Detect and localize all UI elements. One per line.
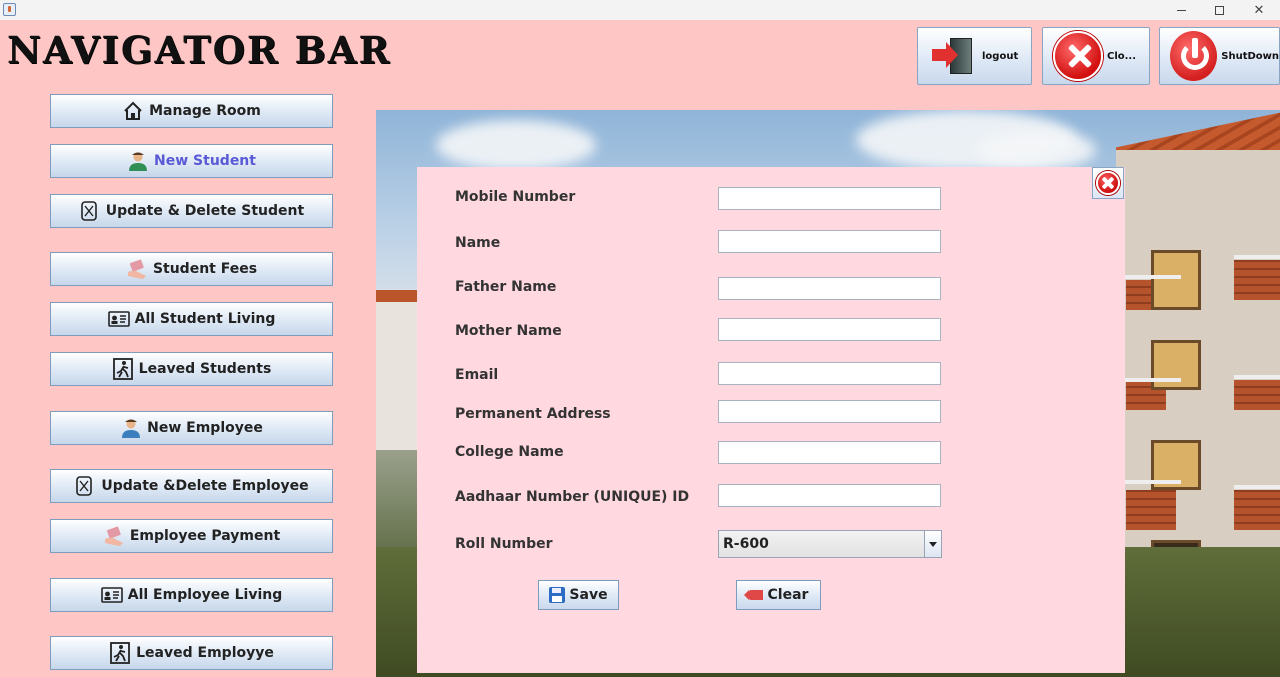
logout-button[interactable]: logout xyxy=(917,27,1032,85)
nav-student-fees[interactable]: Student Fees xyxy=(50,252,333,286)
id-card-icon xyxy=(100,584,123,606)
roll-number-select[interactable]: R-600 xyxy=(718,530,942,558)
nav-label: Update &Delete Employee xyxy=(101,478,309,494)
roll-number-value: R-600 xyxy=(723,536,769,552)
nav-leaved-employee[interactable]: Leaved Employye xyxy=(50,636,333,670)
exit-person-icon xyxy=(109,642,131,664)
nav-all-student-living[interactable]: All Student Living xyxy=(50,302,333,336)
email-label: Email xyxy=(455,367,499,383)
mobile-number-label: Mobile Number xyxy=(455,189,576,205)
nav-employee-payment[interactable]: Employee Payment xyxy=(50,519,333,553)
close-x-icon xyxy=(1096,171,1120,195)
clear-label: Clear xyxy=(767,587,809,603)
save-label: Save xyxy=(569,587,608,603)
nav-update-delete-employee[interactable]: Update &Delete Employee xyxy=(50,469,333,503)
father-name-label: Father Name xyxy=(455,279,557,295)
logout-door-icon xyxy=(928,36,978,76)
nav-label: Student Fees xyxy=(152,261,258,277)
maximize-icon xyxy=(1214,5,1224,15)
nav-new-student[interactable]: New Student xyxy=(50,144,333,178)
nav-label: New Student xyxy=(154,153,256,169)
maximize-button[interactable] xyxy=(1200,0,1238,20)
floppy-disk-icon xyxy=(549,587,566,603)
nav-new-employee[interactable]: New Employee xyxy=(50,411,333,445)
nav-manage-room[interactable]: Manage Room xyxy=(50,94,333,128)
father-name-input[interactable] xyxy=(718,277,941,300)
minimize-icon xyxy=(1176,9,1186,11)
exit-person-icon xyxy=(112,358,134,380)
aadhaar-number-input[interactable] xyxy=(718,484,941,507)
close-x-icon xyxy=(1053,31,1103,81)
shutdown-label: ShutDown xyxy=(1221,50,1279,62)
logout-label: logout xyxy=(982,50,1019,62)
eraser-icon xyxy=(743,590,763,600)
nav-label: Update & Delete Student xyxy=(105,203,305,219)
home-icon xyxy=(122,100,144,122)
money-hand-icon xyxy=(126,258,148,280)
java-app-icon xyxy=(3,3,16,16)
window-close-button[interactable]: ✕ xyxy=(1240,0,1278,20)
nav-leaved-students[interactable]: Leaved Students xyxy=(50,352,333,386)
window-titlebar: ✕ xyxy=(0,0,1280,20)
nav-all-employee-living[interactable]: All Employee Living xyxy=(50,578,333,612)
mobile-number-input[interactable] xyxy=(718,187,941,210)
form-close-button[interactable] xyxy=(1092,167,1124,199)
nav-update-delete-student[interactable]: Update & Delete Student xyxy=(50,194,333,228)
roll-number-label: Roll Number xyxy=(455,536,553,552)
aadhaar-number-label: Aadhaar Number (UNIQUE) ID xyxy=(455,489,690,505)
clear-button[interactable]: Clear xyxy=(736,580,821,610)
close-app-button[interactable]: Clo... xyxy=(1042,27,1150,85)
college-name-label: College Name xyxy=(455,444,564,460)
mother-name-label: Mother Name xyxy=(455,323,562,339)
app-title: NAVIGATOR BAR xyxy=(7,28,392,72)
chevron-down-icon[interactable] xyxy=(924,531,941,557)
mother-name-input[interactable] xyxy=(718,318,941,341)
shutdown-button[interactable]: ShutDown xyxy=(1159,27,1280,85)
nav-label: Leaved Students xyxy=(138,361,272,377)
save-button[interactable]: Save xyxy=(538,580,619,610)
money-hand-icon xyxy=(103,525,125,547)
close-label: Clo... xyxy=(1107,50,1137,62)
nav-label: All Employee Living xyxy=(127,587,283,603)
nav-label: Manage Room xyxy=(149,103,261,119)
minimize-button[interactable] xyxy=(1162,0,1200,20)
email-input[interactable] xyxy=(718,362,941,385)
nav-label: Employee Payment xyxy=(129,528,281,544)
nav-label: All Student Living xyxy=(134,311,276,327)
permanent-address-label: Permanent Address xyxy=(455,406,611,422)
college-name-input[interactable] xyxy=(718,441,941,464)
permanent-address-input[interactable] xyxy=(718,400,941,423)
name-label: Name xyxy=(455,235,501,251)
student-icon xyxy=(127,150,149,172)
nav-label: New Employee xyxy=(147,420,263,436)
name-input[interactable] xyxy=(718,230,941,253)
edit-document-icon xyxy=(79,200,101,222)
id-card-icon xyxy=(107,308,130,330)
edit-document-icon xyxy=(74,475,96,497)
employee-icon xyxy=(120,417,142,439)
nav-label: Leaved Employye xyxy=(136,645,274,661)
power-icon xyxy=(1170,31,1218,81)
